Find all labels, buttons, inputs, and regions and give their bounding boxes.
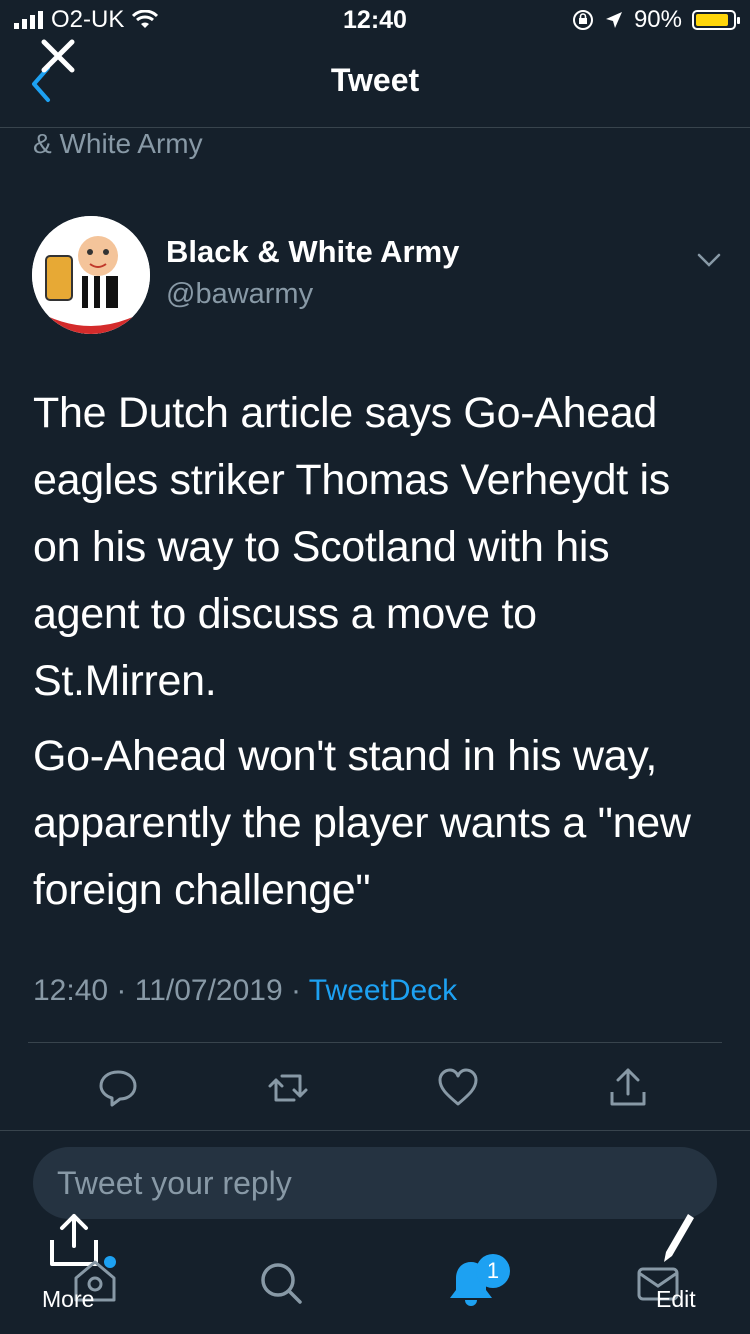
- meta-separator: ·: [282, 974, 309, 1007]
- tweet-meta: 12:40 · 11/07/2019 · TweetDeck: [33, 974, 457, 1008]
- more-label[interactable]: More: [42, 1286, 94, 1313]
- author-name[interactable]: Black & White Army: [166, 234, 459, 270]
- avatar[interactable]: [32, 216, 150, 334]
- tweet-time: 12:40: [33, 974, 109, 1007]
- status-right: 90%: [572, 6, 740, 34]
- tweet-text: The Dutch article says Go-Ahead eagles s…: [33, 380, 723, 932]
- share-icon[interactable]: [606, 1066, 650, 1110]
- pencil-icon[interactable]: [658, 1210, 698, 1266]
- tweet-actions: [0, 1066, 750, 1110]
- location-icon: [605, 12, 622, 28]
- tweet-source-link[interactable]: TweetDeck: [309, 974, 457, 1007]
- tweet-paragraph: The Dutch article says Go-Ahead eagles s…: [33, 389, 670, 705]
- reply-icon[interactable]: [96, 1066, 140, 1110]
- status-bar: O2-UK 12:40 90%: [0, 0, 750, 40]
- notification-badge: 1: [476, 1254, 510, 1288]
- edit-label[interactable]: Edit: [656, 1286, 696, 1313]
- author-handle[interactable]: @bawarmy: [166, 278, 313, 311]
- new-content-dot: [104, 1256, 116, 1268]
- tweet-date: 11/07/2019: [134, 974, 283, 1007]
- meta-separator: ·: [108, 974, 135, 1007]
- search-icon[interactable]: [256, 1258, 306, 1308]
- reply-box[interactable]: [33, 1147, 717, 1219]
- like-icon[interactable]: [436, 1066, 480, 1110]
- reply-input[interactable]: [33, 1147, 717, 1219]
- divider: [28, 1042, 722, 1043]
- rotation-lock-icon: [572, 10, 593, 30]
- battery-icon: [692, 10, 740, 30]
- context-text: & White Army: [33, 128, 203, 159]
- page-title: Tweet: [330, 62, 420, 98]
- battery-percent: 90%: [633, 6, 682, 33]
- retweet-icon[interactable]: [266, 1066, 310, 1110]
- divider: [0, 1130, 750, 1131]
- chevron-down-icon[interactable]: [694, 245, 724, 275]
- tweet-paragraph: Go-Ahead won't stand in his way, apparen…: [33, 732, 691, 914]
